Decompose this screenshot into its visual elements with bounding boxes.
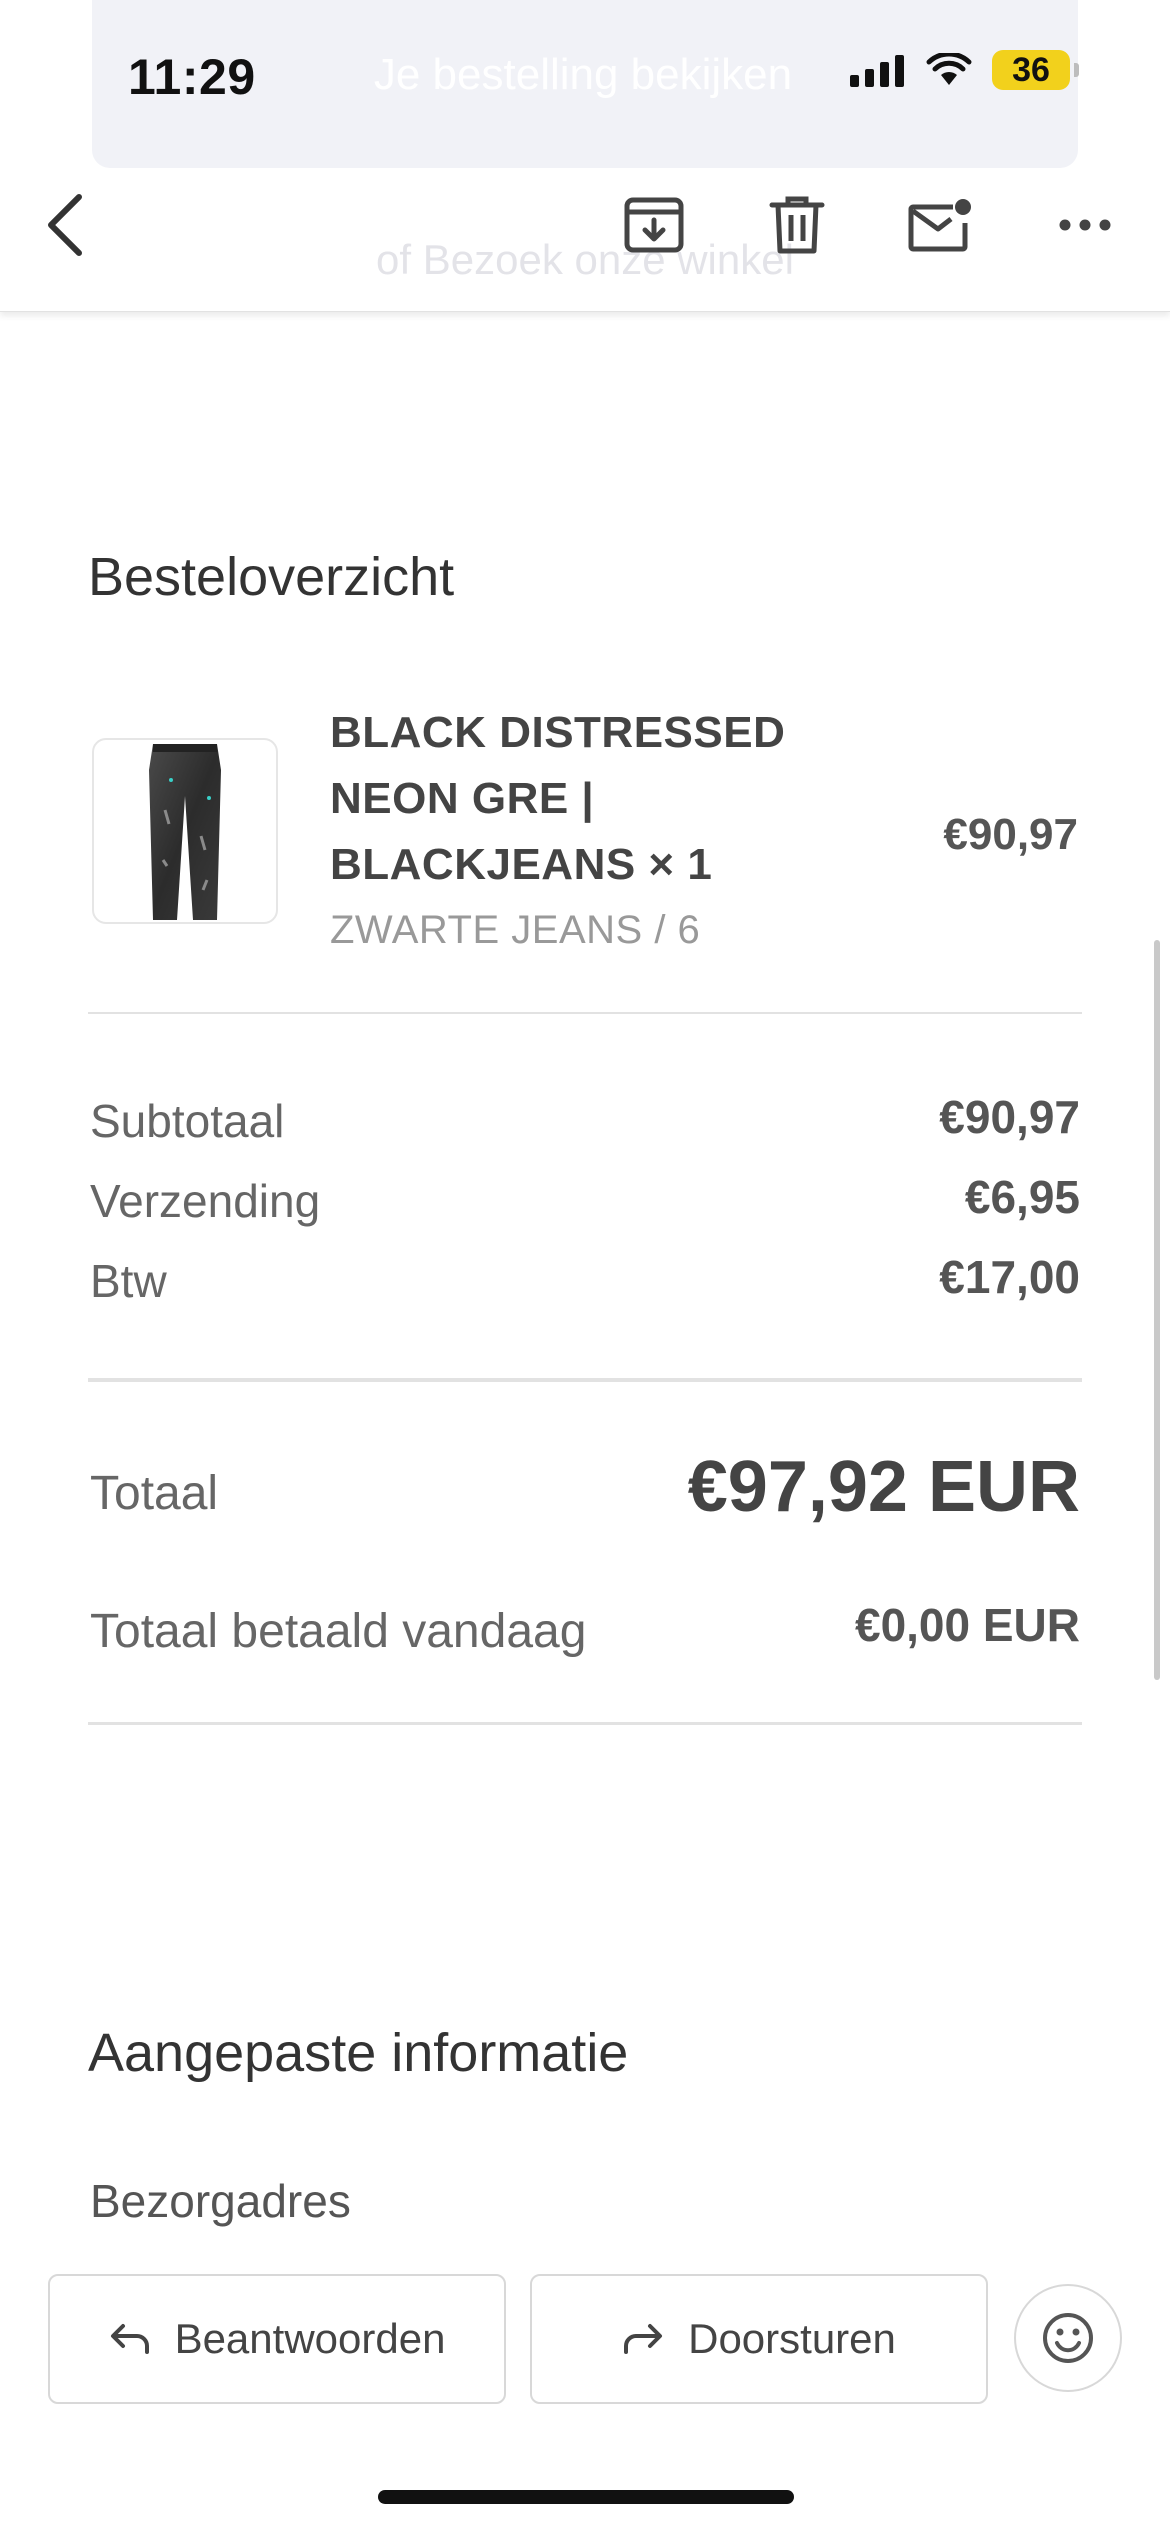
product-name-line: NEON GRE | bbox=[330, 774, 595, 823]
cellular-signal-icon bbox=[850, 53, 904, 87]
subtotal-value: €90,97 bbox=[939, 1091, 1080, 1143]
vat-label: Btw bbox=[90, 1255, 167, 1307]
home-indicator[interactable] bbox=[378, 2490, 794, 2504]
product-image[interactable] bbox=[92, 738, 278, 924]
battery-icon: 36 bbox=[992, 50, 1079, 90]
status-indicators: 36 bbox=[850, 50, 1079, 90]
product-variant: ZWARTE JEANS / 6 bbox=[330, 908, 701, 952]
status-time: 11:29 bbox=[128, 49, 256, 105]
reply-button[interactable]: Beantwoorden bbox=[48, 2274, 506, 2404]
product-name-line: BLACK DISTRESSED bbox=[330, 708, 786, 757]
mail-unread-icon bbox=[908, 199, 971, 252]
forward-icon bbox=[624, 2324, 663, 2354]
reply-label: Beantwoorden bbox=[174, 2315, 446, 2362]
reply-icon bbox=[110, 2324, 149, 2354]
archive-button[interactable] bbox=[619, 190, 689, 260]
back-button[interactable] bbox=[30, 190, 100, 260]
smiley-icon bbox=[1043, 2313, 1093, 2363]
forward-button[interactable]: Doorsturen bbox=[530, 2274, 988, 2404]
delete-button[interactable] bbox=[762, 190, 832, 260]
vat-value: €17,00 bbox=[939, 1251, 1080, 1303]
divider bbox=[88, 1012, 1082, 1014]
battery-level: 36 bbox=[1012, 50, 1050, 89]
shipping-label: Verzending bbox=[90, 1175, 321, 1227]
wifi-icon bbox=[926, 53, 972, 85]
total-value: €97,92 EUR bbox=[687, 1447, 1080, 1527]
shipping-value: €6,95 bbox=[964, 1171, 1080, 1223]
order-summary-title: Besteloverzicht bbox=[88, 547, 455, 607]
divider bbox=[88, 1378, 1082, 1382]
total-label: Totaal bbox=[90, 1467, 219, 1520]
scrollbar[interactable] bbox=[1154, 940, 1160, 1680]
paid-today-label: Totaal betaald vandaag bbox=[90, 1605, 587, 1658]
subtotal-label: Subtotaal bbox=[90, 1095, 285, 1147]
visit-store-link[interactable]: of Bezoek onze winkel bbox=[0, 236, 1170, 284]
trash-icon bbox=[769, 196, 825, 254]
jeans-image bbox=[149, 744, 221, 920]
forward-label: Doorsturen bbox=[688, 2315, 896, 2362]
more-options-button[interactable] bbox=[1050, 190, 1120, 260]
divider bbox=[88, 1722, 1082, 1725]
back-icon bbox=[48, 194, 82, 256]
mark-unread-button[interactable] bbox=[905, 190, 975, 260]
paid-today-value: €0,00 EUR bbox=[854, 1599, 1080, 1651]
more-icon bbox=[1059, 219, 1111, 231]
custom-info-title: Aangepaste informatie bbox=[88, 2023, 629, 2083]
archive-icon bbox=[624, 197, 684, 253]
product-price: €90,97 bbox=[943, 810, 1078, 859]
product-name: BLACK DISTRESSED NEON GRE | BLACKJEANS ×… bbox=[330, 700, 850, 898]
delivery-address-label: Bezorgadres bbox=[90, 2175, 351, 2227]
emoji-reaction-button[interactable] bbox=[1014, 2284, 1122, 2392]
product-name-line: BLACKJEANS × 1 bbox=[330, 840, 713, 889]
